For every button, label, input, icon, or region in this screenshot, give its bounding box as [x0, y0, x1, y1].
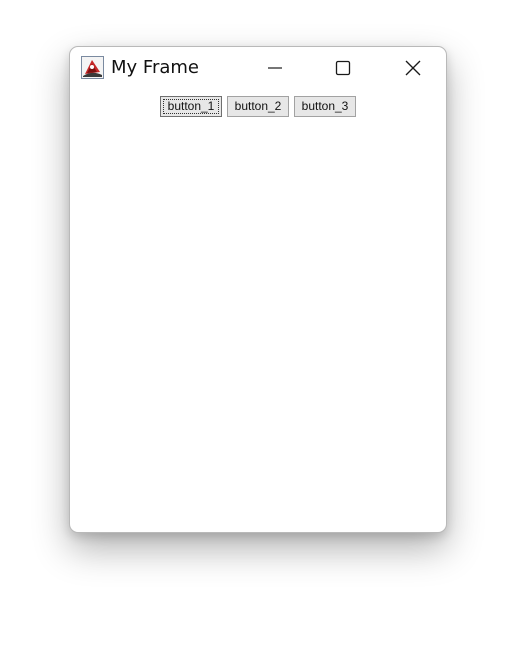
close-icon [404, 59, 422, 77]
maximize-button[interactable] [320, 47, 366, 89]
minimize-button[interactable] [252, 47, 298, 89]
button-2-label: button_2 [234, 99, 282, 113]
button-3[interactable]: button_3 [294, 96, 356, 117]
minimize-icon [267, 60, 283, 76]
java-app-icon [81, 56, 104, 79]
button-3-label: button_3 [301, 99, 349, 113]
button-2[interactable]: button_2 [227, 96, 289, 117]
title-bar[interactable]: My Frame [70, 47, 446, 89]
button-row: button_1 button_2 button_3 [70, 96, 446, 117]
content-pane: button_1 button_2 button_3 [70, 89, 446, 532]
button-1-label: button_1 [167, 99, 215, 113]
button-1[interactable]: button_1 [160, 96, 222, 117]
close-button[interactable] [390, 47, 436, 89]
window-title: My Frame [111, 57, 199, 78]
maximize-icon [335, 60, 351, 76]
app-window: My Frame button_1 button_2 button_3 [69, 46, 447, 533]
